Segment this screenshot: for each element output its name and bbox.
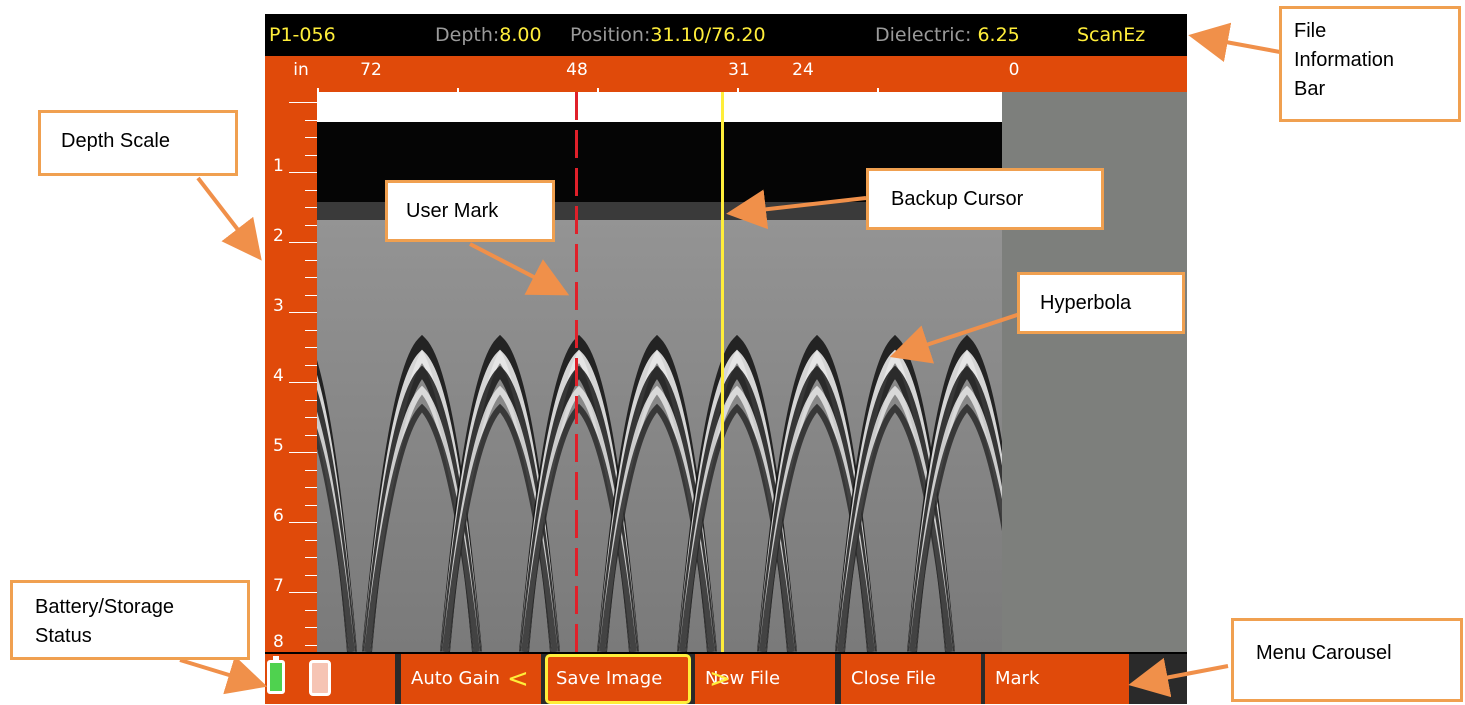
callout-depth-scale: Depth Scale	[38, 110, 238, 176]
callout-backup-cursor: Backup Cursor	[866, 168, 1104, 230]
callout-file-information-bar: File Information Bar	[1279, 6, 1461, 122]
battery-arrow	[179, 655, 268, 695]
menu-carousel-arrow	[1128, 657, 1229, 698]
callout-hyperbola: Hyperbola	[1017, 272, 1185, 334]
backup-cursor-arrow	[726, 189, 867, 230]
callout-file-information-bar-text: File Information Bar	[1294, 20, 1395, 100]
depth-scale-arrow	[196, 176, 262, 261]
file-info-arrow	[1188, 22, 1281, 63]
callout-battery-storage-status-text: Battery/Storage Status	[35, 596, 174, 647]
callout-battery-storage-status: Battery/Storage Status	[10, 580, 250, 660]
callout-menu-carousel: Menu Carousel	[1231, 618, 1463, 702]
hyperbola-arrow	[889, 312, 1021, 364]
user-mark-arrow	[469, 242, 570, 296]
callout-user-mark: User Mark	[385, 180, 555, 242]
